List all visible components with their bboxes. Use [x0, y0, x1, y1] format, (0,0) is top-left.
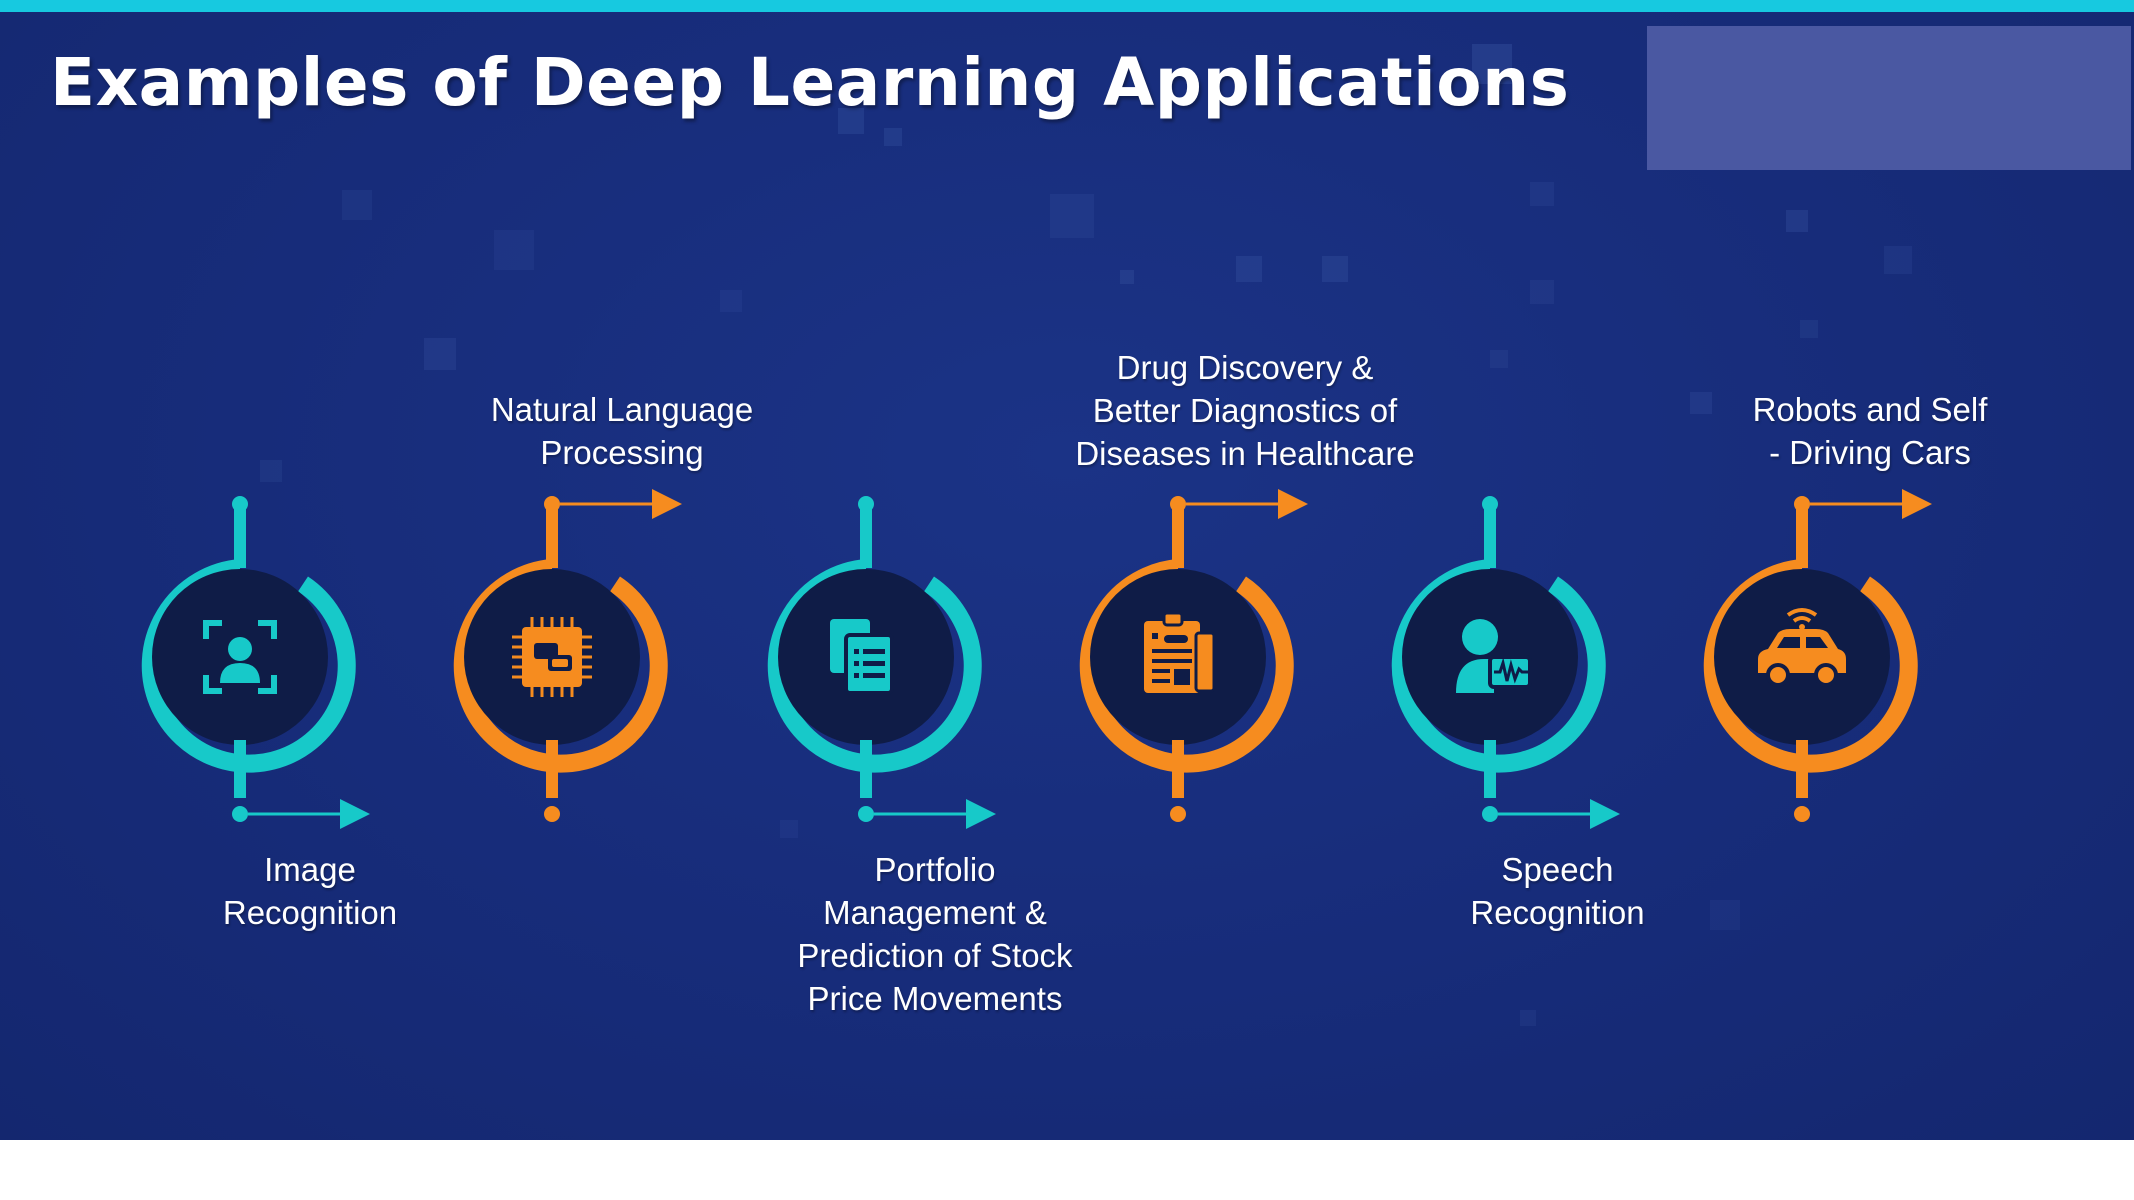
node-image-recognition — [141, 496, 370, 829]
node-nlp — [453, 489, 682, 822]
chip-chat-icon — [512, 617, 592, 697]
label-speech-recognition: Speech Recognition — [1470, 851, 1645, 931]
node-drug-discovery — [1079, 489, 1308, 822]
node-self-driving — [1703, 489, 1932, 822]
label-portfolio: Portfolio Management & Prediction of Sto… — [797, 851, 1073, 1017]
label-drug-discovery: Drug Discovery & Better Diagnostics of D… — [1075, 349, 1415, 472]
label-nlp: Natural Language Processing — [490, 391, 754, 471]
node-portfolio — [767, 496, 996, 829]
node-speech-recognition — [1391, 496, 1620, 829]
label-self-driving: Robots and Self - Driving Cars — [1752, 391, 1988, 471]
label-image-recognition: Image Recognition — [222, 851, 398, 931]
slide: Examples of Deep Learning Applications I… — [0, 0, 2134, 1140]
